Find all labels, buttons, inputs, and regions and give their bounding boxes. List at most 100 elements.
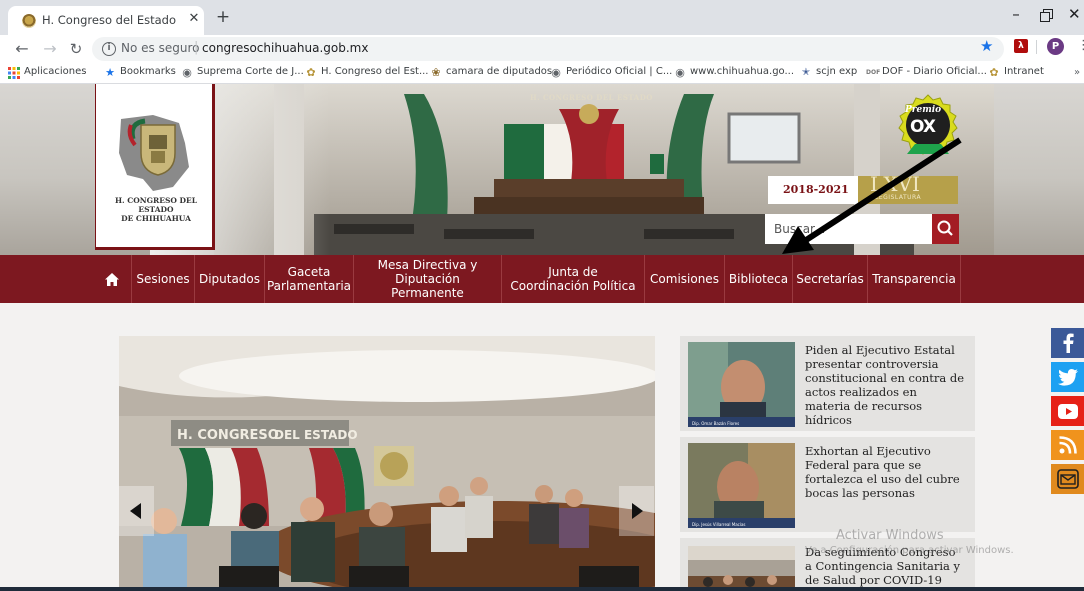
nav-mesa-directiva[interactable]: Mesa Directiva y Diputación Permanente [354, 255, 502, 303]
thumbnail-caption: Dip. Omar Bazán Flores [692, 421, 739, 426]
bookmark-apps[interactable]: Aplicaciones [8, 66, 92, 82]
rss-button[interactable] [1051, 430, 1084, 460]
bookmark-scjn-exp[interactable]: ✭ scjn exp [800, 66, 862, 82]
nav-home[interactable] [92, 255, 132, 303]
facebook-button[interactable] [1051, 328, 1084, 358]
tab-strip: H. Congreso del Estado de Chihu ✕ + – ✕ [0, 0, 1084, 35]
address-toolbar: ← → ↻ i No es seguro | congresochihuahua… [0, 35, 1084, 63]
news-carousel[interactable]: H. CONGRESO DEL ESTADO [119, 336, 655, 591]
congreso-favicon-icon [22, 14, 36, 28]
windows-activation-hint: Ve a Configuración para activar Windows. [805, 545, 1014, 556]
carousel-photo: H. CONGRESO DEL ESTADO [119, 336, 655, 591]
home-icon [104, 272, 119, 286]
restore-window-button[interactable] [1040, 9, 1053, 22]
main-navigation: Sesiones Diputados Gaceta Parlamentaria … [0, 255, 1084, 303]
bookmark-dof[interactable]: DOF DOF - Diario Oficial... [866, 66, 987, 82]
news-thumbnail-photo: Dip. Omar Bazán Flores [688, 342, 795, 427]
close-tab-icon[interactable]: ✕ [186, 11, 202, 27]
annotation-arrow-icon [782, 137, 962, 254]
youtube-icon [1057, 403, 1078, 419]
minimize-window-button[interactable]: – [1006, 6, 1026, 26]
profile-avatar[interactable]: P [1047, 38, 1064, 55]
windows-activation-watermark: Activar Windows [836, 528, 944, 543]
carousel-prev-button[interactable] [119, 486, 154, 536]
news-thumbnail-photo: Dip. Jesús Villarreal Macías [688, 443, 795, 528]
bookmarks-bar: Aplicaciones ★ Bookmarks ◉ Suprema Corte… [0, 63, 1084, 84]
bookmark-label: Suprema Corte de J... [197, 66, 304, 77]
forward-arrow-icon[interactable]: → [40, 39, 60, 59]
close-window-button[interactable]: ✕ [1068, 5, 1084, 25]
nav-comisiones[interactable]: Comisiones [645, 255, 725, 303]
bookmark-chihuahua-gob[interactable]: ◉ www.chihuahua.go... [674, 66, 794, 82]
facebook-icon [1063, 333, 1074, 353]
bookmark-suprema-corte[interactable]: ◉ Suprema Corte de J... [181, 66, 304, 82]
news-item[interactable]: Dip. Jesús Villarreal Macías Exhortan al… [680, 437, 975, 532]
email-button[interactable] [1051, 464, 1084, 494]
news-thumbnail [688, 546, 795, 591]
bookmark-label: scjn exp [816, 66, 858, 77]
nav-junta-coordinacion[interactable]: Junta de Coordinación Política [502, 255, 645, 303]
browser-window: H. Congreso del Estado de Chihu ✕ + – ✕ … [0, 0, 1084, 591]
url-text[interactable]: congresochihuahua.gob.mx [202, 41, 368, 55]
bookmark-congreso[interactable]: ✿ H. Congreso del Est... [305, 66, 428, 82]
address-bar[interactable]: i No es seguro | congresochihuahua.gob.m… [92, 37, 1004, 61]
tab-title: H. Congreso del Estado de Chihu [42, 13, 178, 27]
news-title[interactable]: Exhortan al Ejecutivo Federal para que s… [805, 444, 965, 500]
rss-icon [1058, 436, 1077, 454]
logo-wordmark: H. CONGRESO DEL ESTADO DE CHIHUAHUA [102, 196, 210, 223]
sign-text-2: DEL ESTADO [274, 428, 358, 442]
news-thumbnail: Dip. Jesús Villarreal Macías [688, 443, 795, 528]
bookmark-star-icon[interactable]: ★ [980, 38, 996, 54]
site-header-banner: H. CONGRESO DEL ESTADO DE CHIHUAHUA H. C… [0, 84, 1084, 255]
nav-secretarias[interactable]: Secretarías [793, 255, 868, 303]
banner-caption: H. CONGRESO DEL ESTADO [530, 93, 653, 102]
bookmark-label: Periódico Oficial | C... [566, 66, 673, 77]
bookmark-periodico-oficial[interactable]: ◉ Periódico Oficial | C... [550, 66, 672, 82]
pdf-extension-icon[interactable]: λ [1014, 39, 1028, 53]
nav-sesiones[interactable]: Sesiones [132, 255, 195, 303]
toolbar-divider [1036, 40, 1037, 54]
news-item[interactable]: Dip. Omar Bazán Flores Piden al Ejecutiv… [680, 336, 975, 431]
twitter-button[interactable] [1051, 362, 1084, 392]
bookmark-label: H. Congreso del Est... [321, 66, 429, 77]
dof-favicon-icon: DOF [866, 69, 881, 76]
premio-label: Premio [905, 105, 942, 115]
reload-icon[interactable]: ↻ [66, 39, 86, 59]
carousel-next-button[interactable] [619, 486, 654, 536]
bookmark-label: Aplicaciones [24, 66, 87, 77]
browser-menu-icon[interactable]: ⋮ [1077, 37, 1084, 55]
logo-text-line2: DE CHIHUAHUA [121, 214, 191, 223]
globe-icon: ◉ [551, 66, 561, 79]
browser-tab[interactable]: H. Congreso del Estado de Chihu ✕ [8, 6, 204, 35]
twitter-icon [1057, 368, 1078, 386]
news-title[interactable]: Piden al Ejecutivo Estatal presentar con… [805, 343, 965, 427]
bookmark-label: camara de diputados [446, 66, 553, 77]
chihuahua-state-emblem-icon [119, 115, 189, 191]
thumbnail-caption: Dip. Jesús Villarreal Macías [692, 522, 746, 527]
bookmark-label: DOF - Diario Oficial... [882, 66, 987, 77]
sign-text-1: H. CONGRESO [177, 428, 279, 443]
bookmark-bookmarks-folder[interactable]: ★ Bookmarks [104, 66, 176, 82]
congreso-logo[interactable]: H. CONGRESO DEL ESTADO DE CHIHUAHUA [95, 84, 215, 250]
back-arrow-icon[interactable]: ← [12, 39, 32, 59]
more-bookmarks-chevron-icon[interactable]: » [1074, 67, 1080, 78]
nav-gaceta-parlamentaria[interactable]: Gaceta Parlamentaria [265, 255, 354, 303]
bookmark-label: Bookmarks [120, 66, 176, 77]
congreso-favicon-icon: ✿ [306, 66, 316, 79]
youtube-button[interactable] [1051, 396, 1084, 426]
taskbar-edge [0, 587, 1084, 591]
nav-diputados[interactable]: Diputados [195, 255, 265, 303]
site-info-icon[interactable]: i [102, 42, 116, 56]
nav-biblioteca[interactable]: Biblioteca [725, 255, 793, 303]
bookmark-label: Intranet [1004, 66, 1044, 77]
security-label: No es seguro [121, 41, 200, 55]
news-thumbnail: Dip. Omar Bazán Flores [688, 342, 795, 427]
bookmark-camara-diputados[interactable]: ❀ camara de diputados [430, 66, 552, 82]
globe-icon: ◉ [675, 66, 685, 79]
nav-transparencia[interactable]: Transparencia [868, 255, 961, 303]
bookmark-intranet[interactable]: ✿ Intranet [988, 66, 1048, 82]
star-icon: ★ [105, 66, 115, 79]
new-tab-button[interactable]: + [214, 9, 232, 27]
email-icon [1056, 469, 1079, 489]
bookmark-label: www.chihuahua.go... [690, 66, 795, 77]
